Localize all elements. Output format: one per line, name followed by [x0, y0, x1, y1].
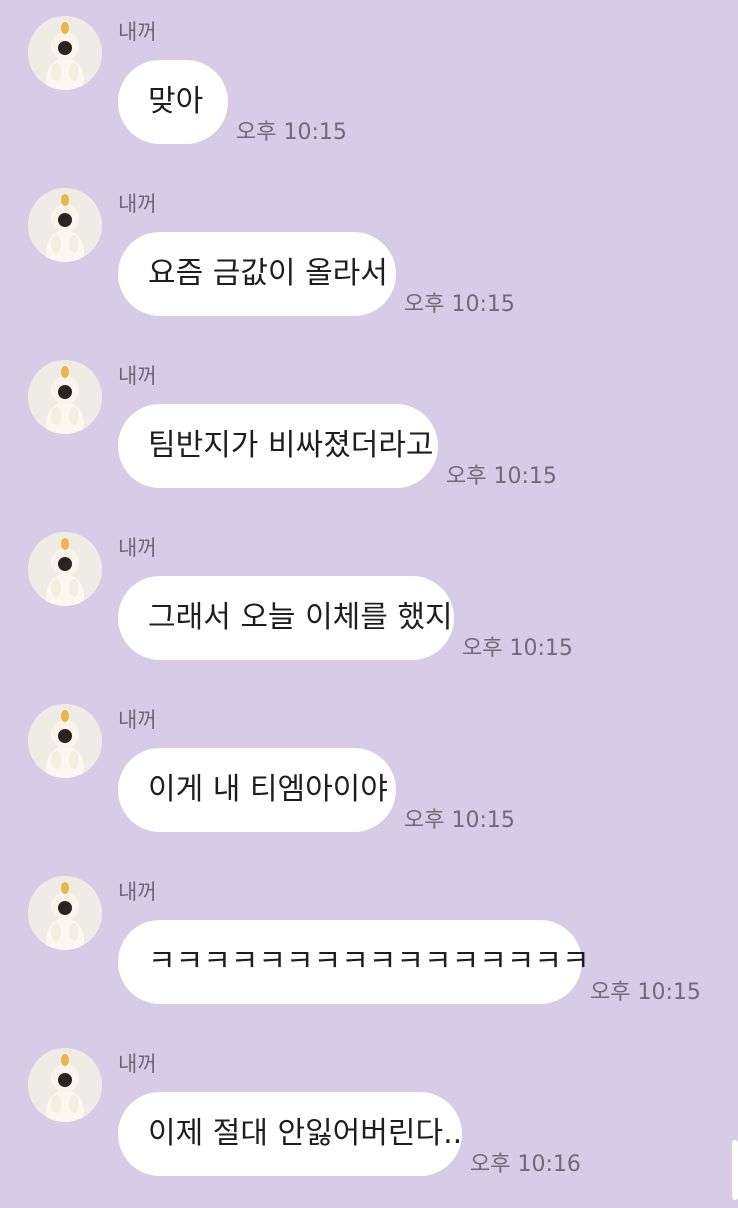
sender-name: 내꺼: [118, 880, 157, 904]
message-bubble[interactable]: 팀반지가 비싸졌더라고: [118, 404, 438, 488]
profile-photo-icon: [28, 1048, 102, 1122]
profile-photo-icon: [28, 876, 102, 950]
message-row: 내꺼 요즘 금값이 올라서 오후 10:15: [0, 188, 738, 348]
avatar[interactable]: [28, 704, 102, 778]
message-bubble[interactable]: 맞아: [118, 60, 228, 144]
profile-photo-icon: [28, 360, 102, 434]
message-row: 내꺼 이게 내 티엠아이야 오후 10:15: [0, 704, 738, 864]
message-row: 내꺼 맞아 오후 10:15: [0, 16, 738, 176]
message-time: 오후 10:15: [462, 636, 573, 661]
message-time: 오후 10:16: [470, 1152, 581, 1177]
message-row: 내꺼 이제 절대 안잃어버린다.. 오후 10:16: [0, 1048, 738, 1208]
sender-name: 내꺼: [118, 536, 157, 560]
avatar[interactable]: [28, 876, 102, 950]
avatar[interactable]: [28, 1048, 102, 1122]
message-bubble[interactable]: ㅋㅋㅋㅋㅋㅋㅋㅋㅋㅋㅋㅋㅋㅋㅋㅋ: [118, 920, 590, 1004]
message-bubble[interactable]: 요즘 금값이 올라서: [118, 232, 396, 316]
avatar[interactable]: [28, 188, 102, 262]
avatar[interactable]: [28, 360, 102, 434]
sender-name: 내꺼: [118, 708, 157, 732]
message-time: 오후 10:15: [446, 464, 557, 489]
profile-photo-icon: [28, 532, 102, 606]
message-row: 내꺼 팀반지가 비싸졌더라고 오후 10:15: [0, 360, 738, 520]
sender-name: 내꺼: [118, 192, 157, 216]
message-bubble[interactable]: 그래서 오늘 이체를 했지: [118, 576, 454, 660]
message-row: 내꺼 그래서 오늘 이체를 했지 오후 10:15: [0, 532, 738, 692]
sender-name: 내꺼: [118, 364, 157, 388]
profile-photo-icon: [28, 188, 102, 262]
message-time: 오후 10:15: [404, 808, 515, 833]
message-bubble[interactable]: 이제 절대 안잃어버린다..: [118, 1092, 462, 1176]
profile-photo-icon: [28, 16, 102, 90]
chat-message-list[interactable]: 내꺼 맞아 오후 10:15 내꺼 요즘 금값이 올라서 오후 10:15 내꺼…: [0, 0, 738, 1200]
avatar[interactable]: [28, 16, 102, 90]
message-row: 내꺼 ㅋㅋㅋㅋㅋㅋㅋㅋㅋㅋㅋㅋㅋㅋㅋㅋ 오후 10:15: [0, 876, 738, 1036]
scrollbar[interactable]: [732, 1140, 738, 1200]
message-time: 오후 10:15: [404, 292, 515, 317]
message-time: 오후 10:15: [590, 980, 701, 1005]
message-time: 오후 10:15: [236, 120, 347, 145]
avatar[interactable]: [28, 532, 102, 606]
sender-name: 내꺼: [118, 20, 157, 44]
sender-name: 내꺼: [118, 1052, 157, 1076]
message-bubble[interactable]: 이게 내 티엠아이야: [118, 748, 396, 832]
profile-photo-icon: [28, 704, 102, 778]
